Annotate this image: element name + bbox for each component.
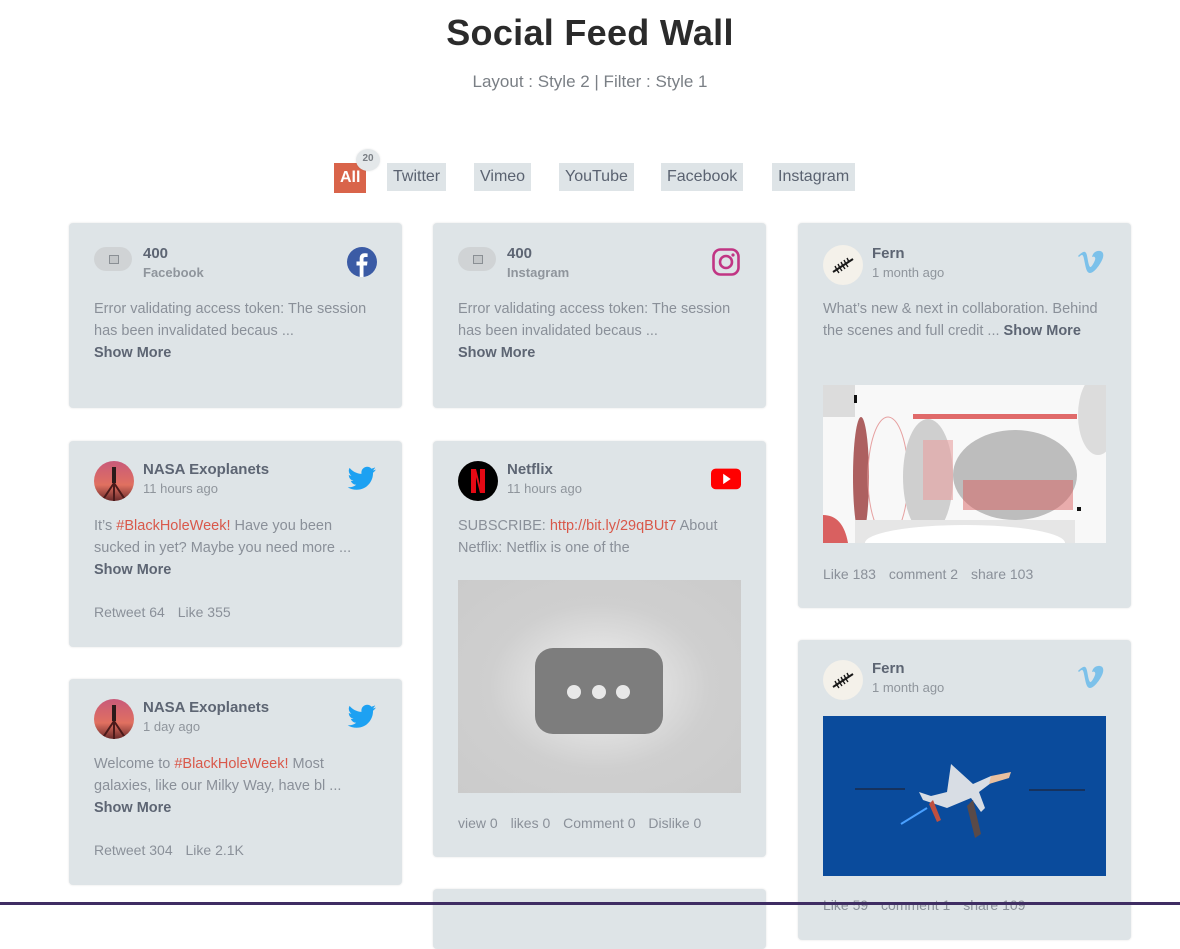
count-badge: 20 (356, 149, 380, 171)
like-count: Like 2.1K (185, 842, 244, 858)
post-author: 400 (507, 245, 533, 262)
feed-card: NASA Exoplanets 11 hours ago It’s #Black… (69, 441, 402, 647)
youtube-icon[interactable] (711, 463, 741, 493)
post-stats: Retweet 64 Like 355 (94, 604, 240, 620)
post-stats: Retweet 304 Like 2.1K (94, 842, 253, 858)
filter-youtube[interactable]: YouTube (559, 163, 634, 191)
avatar (94, 461, 134, 501)
avatar-placeholder (94, 247, 132, 271)
share-count: share 103 (970, 566, 1034, 582)
post-stats: view 0 likes 0 Comment 0 Dislike 0 (458, 815, 710, 831)
like-count: Like 59 (823, 897, 869, 913)
vimeo-icon[interactable] (1076, 662, 1106, 692)
feed-card: NASA Exoplanets 1 day ago Welcome to #Bl… (69, 679, 402, 885)
avatar-placeholder (458, 247, 496, 271)
avatar (823, 245, 863, 285)
loading-dots-icon (535, 648, 663, 734)
twitter-icon[interactable] (347, 701, 377, 731)
filter-facebook[interactable]: Facebook (661, 163, 744, 191)
filter-bar: All 20 Twitter Vimeo YouTube Facebook In… (0, 149, 1180, 193)
feed-card: Netflix 11 hours ago SUBSCRIBE: http://b… (433, 441, 766, 857)
filter-twitter[interactable]: Twitter (387, 163, 447, 191)
like-count: likes 0 (510, 815, 551, 831)
post-stats: Like 59 comment 1 share 109 (823, 897, 1034, 913)
post-image[interactable] (823, 385, 1106, 543)
post-text-content: It’s (94, 518, 117, 534)
post-author: Fern (872, 660, 905, 677)
avatar (458, 461, 498, 501)
post-text-content: Welcome to (94, 756, 175, 772)
view-count: view 0 (458, 815, 498, 831)
page-title: Social Feed Wall (446, 12, 734, 53)
post-text: Error validating access token: The sessi… (458, 298, 741, 364)
post-time: 11 hours ago (143, 481, 218, 496)
post-text: It’s #BlackHoleWeek! Have you been sucke… (94, 515, 377, 581)
post-author: NASA Exoplanets (143, 461, 270, 478)
facebook-icon[interactable] (347, 247, 377, 277)
show-more-link[interactable]: Show More (94, 800, 171, 816)
show-more-link[interactable]: Show More (458, 345, 535, 361)
filter-instagram[interactable]: Instagram (772, 163, 856, 191)
dislike-count: Dislike 0 (648, 815, 702, 831)
post-text: Welcome to #BlackHoleWeek! Most galaxies… (94, 753, 377, 819)
comment-count: comment 2 (888, 566, 959, 582)
twitter-icon[interactable] (347, 463, 377, 493)
post-author: Fern (872, 245, 905, 262)
post-image[interactable] (823, 716, 1106, 876)
post-time: 1 month ago (872, 680, 945, 695)
post-author: 400 (143, 245, 169, 262)
post-stats: Like 183 comment 2 share 103 (823, 566, 1042, 582)
share-count: share 109 (963, 897, 1026, 913)
post-time: 1 month ago (872, 265, 945, 280)
retweet-count: Retweet 304 (94, 842, 173, 858)
page-subtitle: Layout : Style 2 | Filter : Style 1 (472, 72, 708, 91)
post-time: 11 hours ago (507, 481, 582, 496)
post-source: Instagram (507, 265, 570, 280)
feed-card: Fern 1 month ago Like 59 comment 1 share… (798, 640, 1131, 940)
post-text: Error validating access token: The sessi… (94, 298, 377, 364)
filter-all-label: All (340, 169, 361, 186)
show-more-link[interactable]: Show More (94, 345, 171, 361)
like-count: Like 355 (177, 604, 231, 620)
retweet-count: Retweet 64 (94, 604, 165, 620)
post-text-content: SUBSCRIBE: (458, 518, 550, 534)
post-source: Facebook (143, 265, 204, 280)
post-link[interactable]: http://bit.ly/29qBUt7 (550, 518, 677, 534)
post-author: NASA Exoplanets (143, 699, 270, 716)
avatar (94, 699, 134, 739)
hashtag-link[interactable]: #BlackHoleWeek! (174, 756, 288, 772)
like-count: Like 183 (823, 566, 876, 582)
feed-card: Fern 1 month ago What’s new & next in co… (798, 223, 1131, 608)
feed-card: 400 Facebook Error validating access tok… (69, 223, 402, 408)
avatar (823, 660, 863, 700)
post-author: Netflix (507, 461, 553, 478)
instagram-icon[interactable] (711, 247, 741, 277)
post-text: What’s new & next in collaboration. Behi… (823, 298, 1106, 342)
filter-vimeo[interactable]: Vimeo (474, 163, 532, 191)
post-text-content: Error validating access token: The sessi… (458, 301, 731, 339)
vimeo-icon[interactable] (1076, 247, 1106, 277)
feed-card: 400 Instagram Error validating access to… (433, 223, 766, 408)
show-more-link[interactable]: Show More (1004, 323, 1081, 339)
post-text: SUBSCRIBE: http://bit.ly/29qBUt7 About N… (458, 515, 741, 559)
comment-count: comment 1 (881, 897, 951, 913)
show-more-link[interactable]: Show More (94, 562, 171, 578)
post-text-content: Error validating access token: The sessi… (94, 301, 367, 339)
comment-count: Comment 0 (563, 815, 636, 831)
feed-card (433, 889, 766, 949)
filter-all[interactable]: All 20 (334, 149, 380, 193)
video-thumbnail[interactable] (458, 580, 741, 793)
hashtag-link[interactable]: #BlackHoleWeek! (116, 518, 230, 534)
post-time: 1 day ago (143, 719, 201, 734)
